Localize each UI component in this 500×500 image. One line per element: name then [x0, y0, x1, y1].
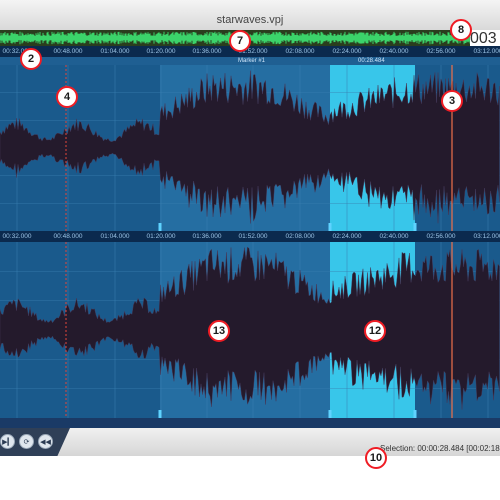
- callout-12: 12: [364, 320, 386, 342]
- selection-start-label: 00:28.484: [358, 58, 385, 64]
- ruler-tick-label: 02:24.000: [332, 233, 362, 240]
- ruler-tick-label: 01:36.000: [192, 233, 222, 240]
- callout-7: 7: [229, 30, 251, 52]
- region-handle[interactable]: [158, 223, 162, 231]
- marker-lane-top[interactable]: Marker #1 00:28.484: [0, 57, 500, 65]
- ruler-tick-label: 01:04.000: [100, 48, 130, 55]
- ruler-tick-label: 02:56.000: [426, 48, 456, 55]
- callout-13: 13: [208, 320, 230, 342]
- rewind-icon[interactable]: ◀◀: [38, 434, 53, 449]
- ruler-tick-label: 01:20.000: [146, 48, 176, 55]
- ruler-tick-label: 00:48.000: [53, 233, 83, 240]
- callout-4: 4: [56, 86, 78, 108]
- region-handle[interactable]: [413, 223, 417, 231]
- callout-10: 10: [365, 447, 387, 469]
- time-ruler-mid[interactable]: 00:32.000 00:48.000 01:04.000 01:20.000 01:3…: [0, 231, 500, 242]
- title-bar: starwaves.vpj: [0, 0, 500, 30]
- ruler-tick-label: 02:40.000: [379, 233, 409, 240]
- loop-icon[interactable]: ⟳: [19, 434, 34, 449]
- ruler-tick-label: 03:12.000: [473, 48, 500, 55]
- callout-3: 3: [441, 90, 463, 112]
- ruler-tick-label: 02:56.000: [426, 233, 456, 240]
- ruler-tick-label: 01:52.000: [238, 233, 268, 240]
- waveform-track-right[interactable]: [0, 242, 500, 418]
- ruler-tick-label: 00:32.000: [2, 233, 32, 240]
- region-handle[interactable]: [328, 410, 332, 418]
- selection-status: Selection: 00:00:28.484 [00:02:18.: [380, 444, 500, 453]
- ruler-tick-label: 01:36.000: [192, 48, 222, 55]
- ruler-tick-label: 02:08.000: [285, 233, 315, 240]
- region-handle[interactable]: [158, 410, 162, 418]
- callout-8: 8: [450, 19, 472, 41]
- window-title: starwaves.vpj: [216, 14, 284, 26]
- ruler-tick-label: 03:12.000: [473, 233, 500, 240]
- ruler-tick-label: 02:40.000: [379, 48, 409, 55]
- ruler-tick-label: 01:20.000: [146, 233, 176, 240]
- ruler-tick-label: 00:48.000: [53, 48, 83, 55]
- region-handle[interactable]: [413, 410, 417, 418]
- ruler-tick-label: 02:08.000: [285, 48, 315, 55]
- callout-2: 2: [20, 48, 42, 70]
- time-ruler-top[interactable]: 00:32.000 00:48.000 01:04.000 01:20.000 01:3…: [0, 46, 500, 57]
- ruler-tick-label: 02:24.000: [332, 48, 362, 55]
- scroll-bar[interactable]: [0, 418, 500, 428]
- region-handle[interactable]: [328, 223, 332, 231]
- ruler-tick-label: 01:04.000: [100, 233, 130, 240]
- waveform-right-channel: [0, 242, 500, 418]
- marker-label: Marker #1: [238, 58, 266, 64]
- skip-to-end-icon[interactable]: ▶▎: [0, 434, 15, 449]
